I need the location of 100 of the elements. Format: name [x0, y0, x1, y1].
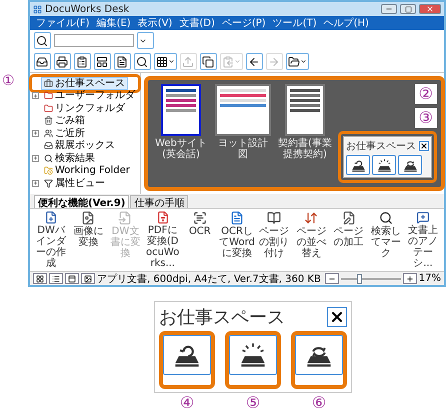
clipboard-icon — [76, 56, 88, 68]
toolbar-button[interactable] — [200, 53, 217, 70]
app-icon — [33, 4, 42, 14]
ribbon-button[interactable]: 検索してマーク — [368, 211, 404, 269]
expand-icon[interactable] — [32, 180, 39, 187]
tree-item[interactable]: 属性ビュー — [41, 176, 108, 190]
folder-icon — [44, 166, 53, 176]
slider-thumb[interactable] — [356, 274, 362, 284]
callout-number: ⑤ — [246, 395, 260, 411]
briefcase-icon — [44, 78, 53, 88]
image-icon — [84, 274, 92, 282]
tray-icon — [36, 56, 48, 68]
ribbon-button[interactable]: ページの割り付け — [256, 211, 292, 269]
close-icon — [329, 309, 345, 325]
view-button[interactable] — [81, 273, 95, 284]
palette-title: お仕事スペース — [346, 140, 416, 153]
tree-item[interactable]: 親展ボックス — [41, 139, 118, 152]
tree-item[interactable]: ご近所 — [41, 126, 88, 140]
tree-item[interactable]: 検索結果 — [41, 152, 98, 165]
toolbar-button[interactable] — [74, 53, 91, 70]
tree-item[interactable]: お仕事スペース — [41, 76, 128, 90]
menu-item[interactable]: ツール(T) — [272, 16, 317, 30]
search-icon — [44, 154, 53, 163]
people-icon — [44, 128, 53, 138]
ribbon-button[interactable]: ページの加工 — [330, 211, 367, 269]
search-button[interactable] — [34, 32, 51, 49]
file-icon — [118, 211, 132, 225]
callout-number: ② — [418, 86, 433, 102]
page-icon — [116, 56, 128, 68]
search-field[interactable] — [54, 34, 134, 47]
caret-icon — [234, 58, 241, 65]
expand-icon[interactable] — [32, 154, 39, 162]
toolbar-button[interactable] — [34, 53, 51, 70]
ribbon-button[interactable]: OCR — [182, 211, 218, 269]
tray-return-icon — [350, 158, 366, 172]
document-thumbnail[interactable] — [285, 84, 325, 136]
toolbar-button[interactable] — [54, 53, 71, 70]
close-button[interactable] — [327, 307, 347, 327]
view-button[interactable] — [33, 273, 47, 284]
menu-item[interactable]: ヘルプ(H) — [324, 16, 369, 30]
list-icon — [52, 274, 60, 282]
menu-item[interactable]: 編集(E) — [96, 16, 131, 30]
tree-item[interactable]: リンクフォルダ — [41, 102, 128, 115]
ribbon-button[interactable]: DWバインダーの作成 — [33, 211, 70, 269]
palette-button[interactable] — [229, 335, 277, 375]
close-button[interactable] — [419, 141, 429, 151]
tree-item[interactable]: Working Folder — [41, 164, 133, 178]
tab[interactable]: 便利な機能(Ver.9) — [34, 195, 130, 208]
ribbon-button[interactable]: 画像に変換 — [70, 211, 106, 269]
maximize-button[interactable] — [400, 4, 416, 14]
caret-icon — [300, 58, 307, 65]
menu-item[interactable]: 文書(D) — [179, 16, 215, 30]
toolbar-button[interactable] — [286, 53, 309, 70]
tab[interactable]: 仕事の手順 — [130, 195, 188, 208]
document-icon — [230, 211, 244, 225]
zoom-level: 17% — [418, 273, 441, 284]
toolbar-button[interactable] — [114, 53, 131, 70]
edit-file-icon — [342, 211, 356, 225]
ribbon-button[interactable]: ページの並べ替え — [293, 211, 330, 269]
pdf-file-icon — [156, 211, 170, 224]
left-arrow-icon — [248, 56, 260, 68]
view-button[interactable] — [49, 273, 63, 284]
ribbon-button[interactable]: PDFに変換(DocuWorks... — [144, 211, 181, 269]
palette-button[interactable] — [295, 335, 343, 375]
expand-icon[interactable] — [32, 130, 39, 137]
scan-text-icon — [192, 211, 207, 225]
search-icon — [136, 56, 148, 68]
copy-icon — [202, 56, 214, 68]
expand-icon[interactable] — [32, 92, 39, 100]
folder-icon — [44, 91, 53, 100]
palette-button[interactable] — [346, 155, 370, 175]
tree-item[interactable]: ごみ箱 — [41, 114, 88, 128]
view-button[interactable] — [65, 273, 79, 284]
filter-icon — [44, 178, 53, 188]
palette-button[interactable] — [398, 155, 422, 175]
close-icon — [420, 142, 428, 150]
callout-number: ⑥ — [312, 395, 326, 411]
ribbon-button[interactable]: 文書上のアノテーシ... — [404, 211, 442, 269]
menu-item[interactable]: ファイル(F) — [36, 16, 90, 30]
zoom-in-button[interactable] — [402, 273, 417, 284]
callout-number: ③ — [418, 110, 433, 126]
file-plus-icon — [44, 211, 58, 224]
palette-button[interactable] — [372, 155, 396, 175]
toolbar-button[interactable] — [94, 53, 111, 70]
minimize-button[interactable] — [381, 4, 397, 14]
toolbar-button[interactable] — [246, 53, 263, 70]
printer-icon — [56, 56, 68, 68]
zoom-out-button[interactable] — [324, 273, 339, 284]
menu-item[interactable]: 表示(V) — [138, 16, 172, 30]
menu-item[interactable]: ページ(P) — [222, 16, 266, 30]
toolbar-button[interactable] — [134, 53, 151, 70]
grid-icon — [156, 56, 168, 68]
tree-item[interactable]: ユーザーフォルダ — [41, 89, 138, 102]
palette-button[interactable] — [163, 335, 211, 375]
ribbon-button[interactable]: OCRしてWordに変換 — [218, 211, 256, 269]
toolbar-button[interactable] — [154, 53, 177, 70]
document-thumbnail[interactable] — [161, 84, 201, 136]
document-thumbnail[interactable] — [215, 84, 271, 136]
document-title: Webサイト(英会話) — [154, 138, 208, 160]
callout-number: ① — [2, 74, 15, 88]
